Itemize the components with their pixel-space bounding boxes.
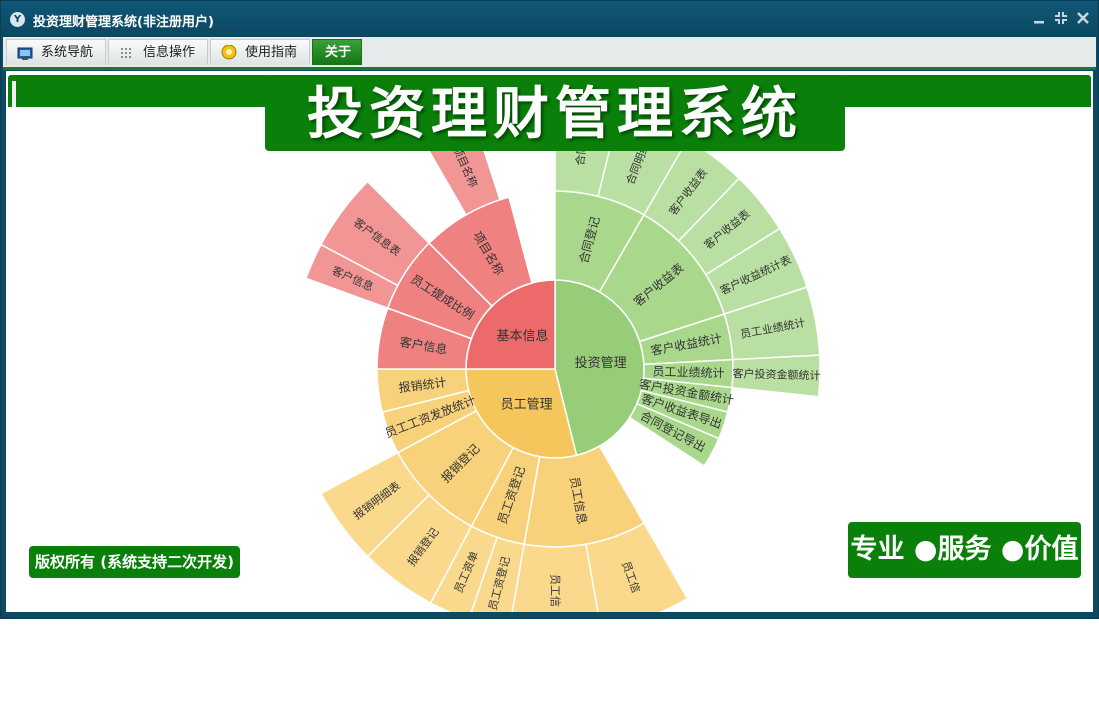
menu-bar: 系统导航 信息操作 使用指南 关于 bbox=[3, 37, 1096, 70]
monitor-icon bbox=[17, 45, 33, 60]
restore-icon[interactable] bbox=[1053, 10, 1069, 26]
sunburst-label: 客户投资金额统计 bbox=[732, 366, 820, 382]
system-banner-title: 投资理财管理系统 bbox=[265, 79, 845, 151]
app-window: Y 投资理财管理系统(非注册用户) 系统导航 信息操作 使用指南 关于 投资管理… bbox=[0, 0, 1099, 619]
tab-user-guide[interactable]: 使用指南 bbox=[210, 39, 310, 65]
sunburst-label: 员工业绩统计 bbox=[652, 365, 724, 381]
tab-label: 使用指南 bbox=[245, 45, 298, 60]
tab-about[interactable]: 关于 bbox=[312, 39, 362, 65]
main-content: 投资管理合同登记合同登合同明细客户收益表客户收益表客户收益表客户收益统计表客户收… bbox=[6, 71, 1093, 612]
sunburst-label: 基本信息 bbox=[496, 328, 548, 344]
sunburst-label: 员工信 bbox=[549, 574, 562, 607]
tab-label: 系统导航 bbox=[41, 45, 94, 60]
sunburst-label: 员工管理 bbox=[501, 398, 553, 413]
slogan-badge: 专业 ●服务 ●价值 bbox=[848, 522, 1081, 578]
window-title: 投资理财管理系统(非注册用户) bbox=[33, 15, 214, 30]
tab-label: 信息操作 bbox=[143, 45, 196, 60]
tab-info-operation[interactable]: 信息操作 bbox=[108, 39, 208, 65]
help-icon bbox=[221, 44, 237, 60]
minimize-icon[interactable] bbox=[1031, 10, 1047, 26]
copyright-badge: 版权所有 (系统支持二次开发) bbox=[29, 546, 240, 578]
close-icon[interactable] bbox=[1075, 10, 1091, 26]
tab-system-navigation[interactable]: 系统导航 bbox=[6, 39, 106, 65]
title-bar[interactable]: Y 投资理财管理系统(非注册用户) bbox=[1, 1, 1098, 37]
sunburst-label: 投资管理 bbox=[575, 355, 627, 371]
grid-icon bbox=[119, 45, 135, 59]
tab-label: 关于 bbox=[325, 45, 352, 60]
app-logo-icon: Y bbox=[10, 12, 25, 27]
